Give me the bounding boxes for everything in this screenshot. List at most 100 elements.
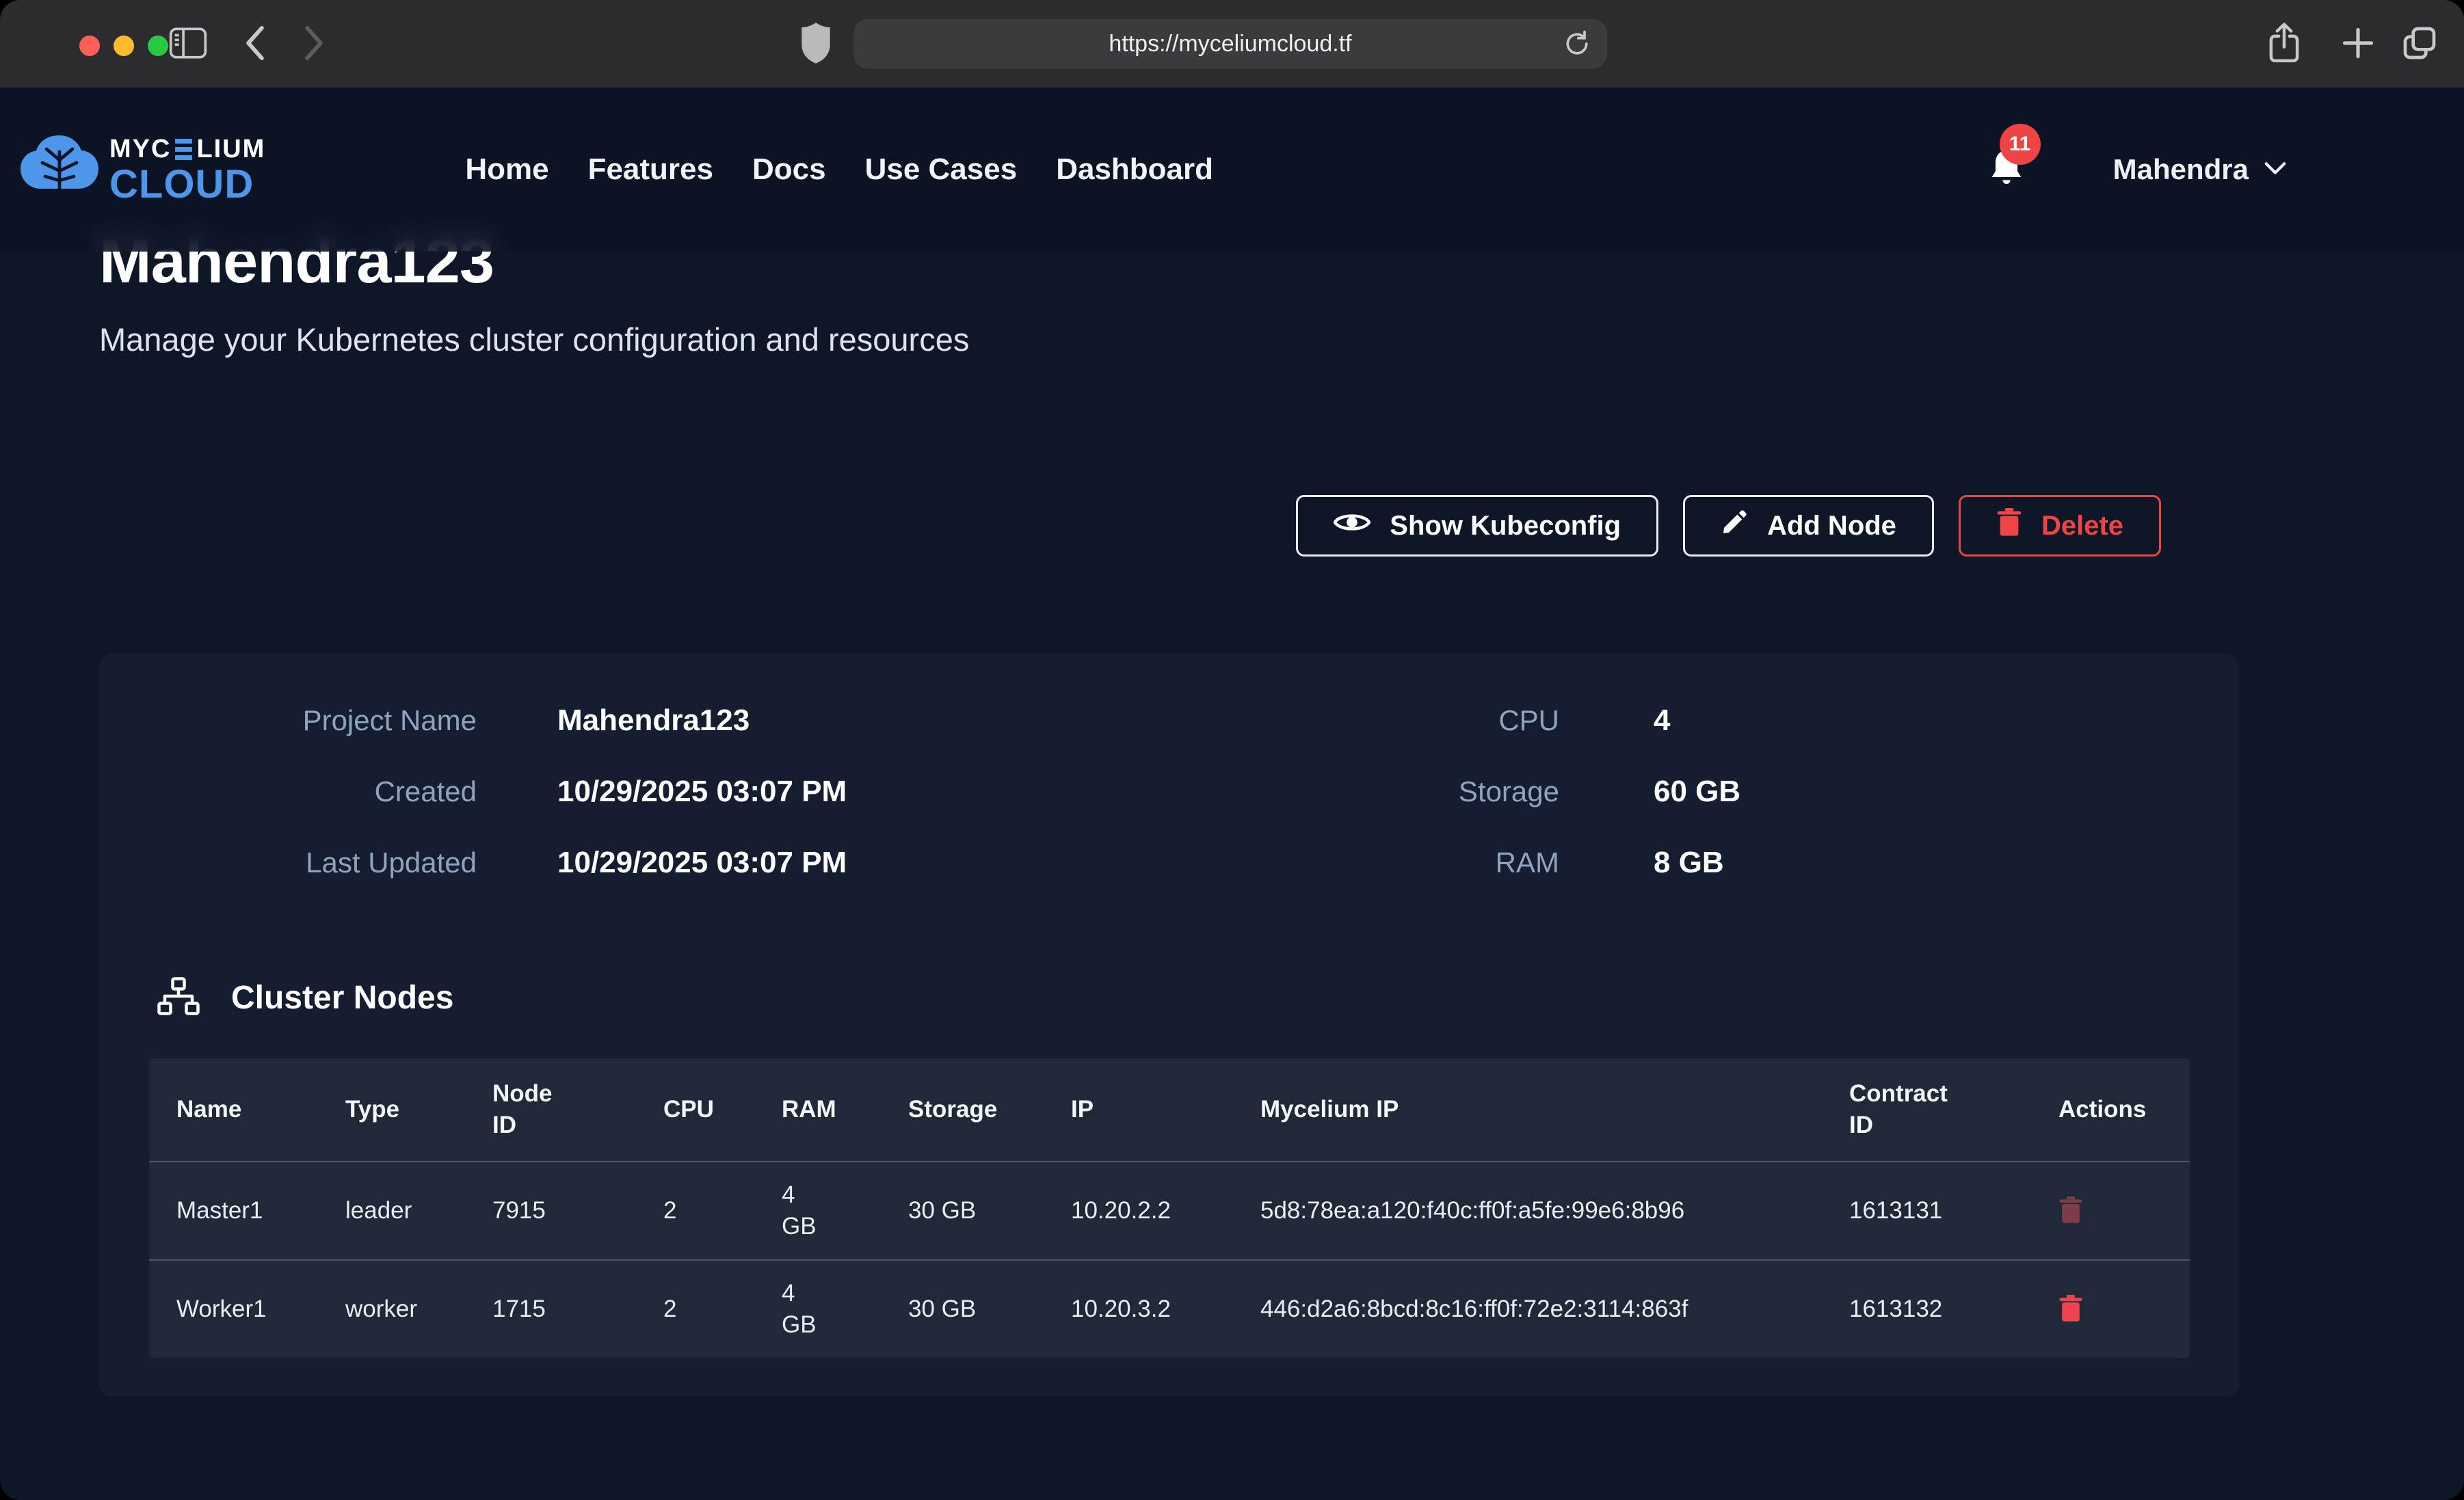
col-header-ram: RAM: [754, 1058, 881, 1161]
cell-node-id: 7915: [465, 1162, 636, 1259]
eye-icon: [1334, 510, 1370, 541]
user-menu[interactable]: Mahendra: [2113, 153, 2287, 186]
tabs-icon: [2400, 24, 2439, 64]
webpage: MYC LIUM CLOUD Home Features Docs Use Ca…: [0, 88, 2464, 1500]
info-row-created: Created 10/29/2025 03:07 PM: [99, 756, 1166, 827]
ram-label: RAM: [1166, 846, 1559, 879]
cell-mycelium-ip: 5d8:78ea:a120:f40c:ff0f:a5fe:99e6:8b96: [1233, 1162, 1822, 1259]
add-node-button[interactable]: Add Node: [1683, 495, 1934, 557]
tab-overview-button[interactable]: [2392, 0, 2447, 88]
shield-icon: [800, 23, 832, 66]
info-row-cpu: CPU 4: [1166, 685, 1740, 756]
delete-node-button[interactable]: [2058, 1294, 2083, 1325]
cluster-nodes-heading: Cluster Nodes: [157, 977, 2240, 1019]
cell-ip: 10.20.3.2: [1044, 1261, 1233, 1358]
forward-button[interactable]: [291, 0, 336, 88]
page-content: Mahendra123 Manage your Kubernetes clust…: [0, 88, 2464, 1397]
nav-links: Home Features Docs Use Cases Dashboard: [465, 152, 1213, 187]
notifications-button[interactable]: 11: [1989, 148, 2024, 191]
col-header-storage: Storage: [881, 1058, 1044, 1161]
info-row-storage: Storage 60 GB: [1166, 756, 1740, 827]
cluster-info-left: Project Name Mahendra123 Created 10/29/2…: [99, 685, 1166, 898]
cell-contract-id: 1613132: [1822, 1261, 2031, 1358]
cpu-value: 4: [1654, 704, 1670, 738]
nav-item-home[interactable]: Home: [465, 152, 548, 187]
privacy-report-button[interactable]: [792, 0, 840, 88]
show-kubeconfig-button[interactable]: Show Kubeconfig: [1296, 495, 1658, 557]
trash-icon: [2058, 1294, 2083, 1325]
url-text: https://myceliumcloud.tf: [1109, 31, 1351, 57]
col-header-node-id: Node ID: [465, 1058, 636, 1161]
back-button[interactable]: [233, 0, 278, 88]
last-updated-label: Last Updated: [99, 846, 477, 879]
col-header-contract-id: Contract ID: [1822, 1058, 2031, 1161]
browser-window: https://myceliumcloud.tf: [0, 0, 2464, 1500]
col-header-actions: Actions: [2031, 1058, 2190, 1161]
delete-cluster-button[interactable]: Delete: [1959, 495, 2161, 557]
trash-icon: [1996, 507, 2022, 544]
col-header-cpu: CPU: [636, 1058, 754, 1161]
cluster-info-grid: Project Name Mahendra123 Created 10/29/2…: [99, 654, 2240, 898]
mycelium-cloud-logo-icon: [19, 130, 100, 210]
network-nodes-icon: [157, 977, 200, 1019]
nav-item-docs[interactable]: Docs: [752, 152, 826, 187]
nav-item-features[interactable]: Features: [588, 152, 713, 187]
col-header-ip: IP: [1044, 1058, 1233, 1161]
cell-contract-id: 1613131: [1822, 1162, 2031, 1259]
cell-actions: [2031, 1261, 2190, 1358]
site-logo-text: MYC LIUM CLOUD: [109, 134, 265, 205]
info-row-last-updated: Last Updated 10/29/2025 03:07 PM: [99, 827, 1166, 898]
project-name-value: Mahendra123: [557, 704, 750, 738]
logo-line-cloud: CLOUD: [109, 164, 265, 205]
minimize-window-button[interactable]: [114, 36, 134, 56]
site-logo[interactable]: MYC LIUM CLOUD: [19, 130, 265, 210]
share-icon: [2266, 21, 2303, 68]
page-subtitle: Manage your Kubernetes cluster configura…: [99, 319, 2240, 361]
cell-name: Worker1: [149, 1261, 318, 1358]
chevron-down-icon: [2264, 161, 2287, 179]
logo-letter-e: [175, 139, 192, 160]
nav-item-use-cases[interactable]: Use Cases: [865, 152, 1018, 187]
user-name: Mahendra: [2113, 153, 2249, 186]
cluster-actions-row: Show Kubeconfig Add Node: [99, 495, 2161, 557]
cluster-details-card: Project Name Mahendra123 Created 10/29/2…: [99, 654, 2240, 1397]
traffic-lights: [79, 36, 168, 56]
last-updated-value: 10/29/2025 03:07 PM: [557, 846, 847, 880]
cell-type: leader: [318, 1162, 465, 1259]
cluster-info-right: CPU 4 Storage 60 GB RAM 8 GB: [1166, 685, 1740, 898]
cell-ram: 4 GB: [754, 1162, 881, 1259]
close-window-button[interactable]: [79, 36, 100, 56]
pencil-icon: [1721, 509, 1748, 543]
table-row-worker1: Worker1 worker 1715 2 4 GB 30 GB 10.20.3…: [149, 1259, 2190, 1358]
col-header-name: Name: [149, 1058, 318, 1161]
project-name-label: Project Name: [99, 704, 477, 737]
col-header-mycelium-ip: Mycelium IP: [1233, 1058, 1822, 1161]
ram-value: 8 GB: [1654, 846, 1724, 880]
address-bar[interactable]: https://myceliumcloud.tf: [853, 19, 1607, 68]
cell-actions: [2031, 1162, 2190, 1259]
cell-cpu: 2: [636, 1162, 754, 1259]
storage-value: 60 GB: [1654, 775, 1740, 809]
cell-storage: 30 GB: [881, 1162, 1044, 1259]
share-button[interactable]: [2257, 0, 2311, 88]
cell-name: Master1: [149, 1162, 318, 1259]
chevron-right-icon: [300, 25, 328, 64]
browser-titlebar: https://myceliumcloud.tf: [0, 0, 2464, 88]
nav-item-dashboard[interactable]: Dashboard: [1056, 152, 1213, 187]
logo-line-mycelium: MYC LIUM: [109, 134, 265, 164]
sidebar-toggle-button[interactable]: [164, 0, 212, 88]
new-tab-button[interactable]: [2331, 0, 2385, 88]
info-row-project-name: Project Name Mahendra123: [99, 685, 1166, 756]
cell-mycelium-ip: 446:d2a6:8bcd:8c16:ff0f:72e2:3114:863f: [1233, 1261, 1822, 1358]
notification-count-badge: 11: [2000, 124, 2041, 165]
chevron-left-icon: [241, 25, 269, 64]
refresh-icon[interactable]: [1562, 29, 1592, 62]
created-label: Created: [99, 775, 477, 808]
bell-icon: [1989, 179, 2024, 191]
delete-node-button[interactable]: [2058, 1196, 2083, 1227]
cell-cpu: 2: [636, 1261, 754, 1358]
storage-label: Storage: [1166, 775, 1559, 808]
trash-icon: [2058, 1196, 2083, 1227]
plus-icon: [2340, 25, 2376, 63]
table-row-master1: Master1 leader 7915 2 4 GB 30 GB 10.20.2…: [149, 1161, 2190, 1259]
